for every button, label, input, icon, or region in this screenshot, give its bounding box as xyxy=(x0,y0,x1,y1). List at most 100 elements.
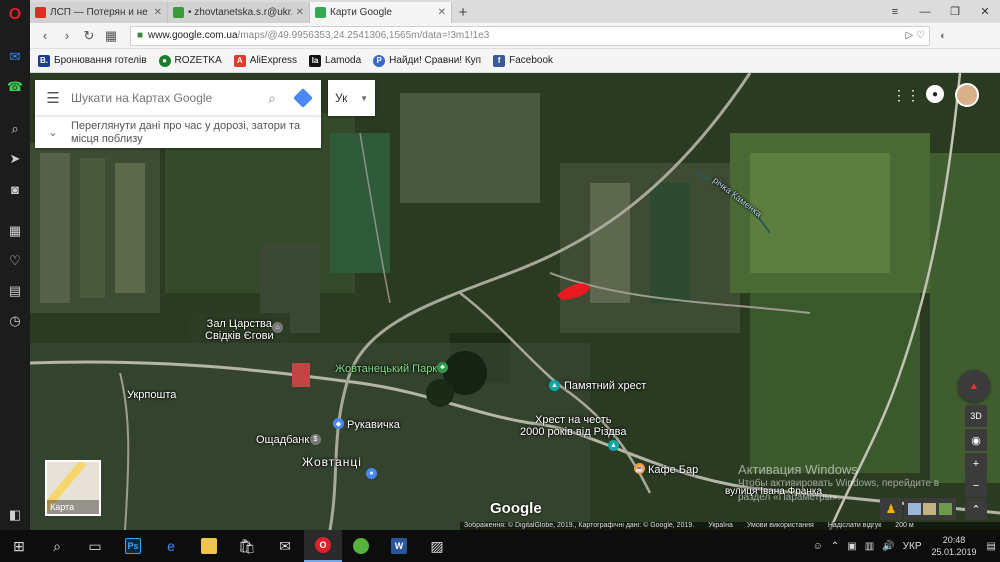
bookmark-lamoda[interactable]: la Lamoda xyxy=(309,54,361,67)
map-label-park[interactable]: Жовтанецький Парк xyxy=(335,363,437,375)
traffic-info-panel[interactable]: ⌄ Переглянути дані про час у дорозі, зат… xyxy=(35,116,321,148)
opera-menu-icon[interactable]: O xyxy=(0,0,30,30)
place-pin-icon[interactable]: ⌂ xyxy=(272,322,283,333)
volume-icon[interactable]: 🔊 xyxy=(882,541,894,552)
map-label-cross-2000[interactable]: Хрест на честь 2000 років від Різдва xyxy=(520,414,627,438)
word-icon[interactable]: W xyxy=(380,530,418,562)
expand-button[interactable]: ⌃ xyxy=(965,498,987,520)
tray-app-icon[interactable]: ▣ xyxy=(847,541,856,552)
close-icon[interactable]: ✕ xyxy=(438,7,446,18)
new-tab-button[interactable]: + xyxy=(452,2,474,23)
map-label-store[interactable]: Рукавичка xyxy=(347,419,400,431)
url-field[interactable]: ■ www.google.com.ua /maps/@49.9956353,24… xyxy=(130,25,930,46)
close-window-button[interactable]: ✕ xyxy=(970,0,1000,23)
photoshop-icon[interactable]: Ps xyxy=(114,530,152,562)
bookmark-price[interactable]: P Найди! Сравни! Куп xyxy=(373,54,481,67)
search-icon[interactable]: ⌕ xyxy=(0,114,30,144)
cafe-pin-icon[interactable]: ☕ xyxy=(634,463,645,474)
traffic-info-text: Переглянути дані про час у дорозі, затор… xyxy=(71,119,301,145)
tabs-grid-icon[interactable]: ▦ xyxy=(100,25,122,47)
close-icon[interactable]: ✕ xyxy=(154,7,162,18)
landmark-pin-icon[interactable]: ▲ xyxy=(608,440,619,451)
send-icon[interactable]: ▷ xyxy=(906,30,914,41)
messenger-icon[interactable]: ✉ xyxy=(0,42,30,72)
terms-link[interactable]: Умови використання xyxy=(747,522,814,530)
start-button[interactable]: ⊞ xyxy=(0,530,38,562)
feedback-link[interactable]: Надіслати відгук xyxy=(828,522,881,530)
language-select[interactable]: Ук ▼ xyxy=(328,80,375,116)
mail-icon[interactable]: ✉ xyxy=(266,530,304,562)
edge-icon[interactable]: e xyxy=(152,530,190,562)
file-explorer-icon[interactable] xyxy=(190,530,228,562)
network-icon[interactable]: ▥ xyxy=(865,541,874,552)
avatar[interactable] xyxy=(955,83,979,107)
camera-icon[interactable]: ◙ xyxy=(0,174,30,204)
tab-menu-icon[interactable]: ≡ xyxy=(880,0,910,23)
search-icon[interactable]: ⌕ xyxy=(259,90,285,107)
park-pin-icon[interactable]: ♣ xyxy=(437,362,448,373)
minimize-button[interactable]: — xyxy=(910,0,940,23)
restore-button[interactable]: ❐ xyxy=(940,0,970,23)
compass-control[interactable]: ▲ xyxy=(958,370,990,402)
send-icon[interactable]: ➤ xyxy=(0,144,30,174)
language-indicator[interactable]: УКР xyxy=(903,541,922,552)
search-icon[interactable]: ⌕ xyxy=(38,530,76,562)
bookmark-aliexpress[interactable]: A AliExpress xyxy=(233,54,297,67)
attribution-country[interactable]: Україна xyxy=(708,522,733,530)
notification-icon[interactable]: ▤ xyxy=(987,541,996,552)
map-label-post[interactable]: Укрпошта xyxy=(127,389,176,401)
heart-icon[interactable]: ♡ xyxy=(0,246,30,276)
bookmark-facebook[interactable]: f Facebook xyxy=(493,54,553,67)
store-pin-icon[interactable]: ◆ xyxy=(333,418,344,429)
store-icon[interactable]: 🛍 xyxy=(228,530,266,562)
apps-grid-icon[interactable]: ⋮⋮ xyxy=(892,87,920,103)
satellite-map[interactable]: Зал Царства Свідків Єгови ⌂ Жовтанецький… xyxy=(30,73,1000,530)
close-icon[interactable]: ✕ xyxy=(296,7,304,18)
tab-lsp[interactable]: ЛСП — Потерян и не най ✕ xyxy=(30,2,168,23)
whatsapp-icon[interactable]: ☎ xyxy=(0,72,30,102)
map-label-kingdom-hall[interactable]: Зал Царства Свідків Єгови xyxy=(205,318,274,342)
directions-icon[interactable] xyxy=(285,80,321,116)
chevron-up-icon[interactable]: ⌃ xyxy=(831,541,839,552)
clock[interactable]: 20:48 25.01.2019 xyxy=(932,534,977,558)
opera-taskbar-icon[interactable]: O xyxy=(304,530,342,562)
map-layer-switch[interactable]: Карта xyxy=(45,460,101,516)
heart-icon[interactable]: ♡ xyxy=(916,30,925,41)
people-icon[interactable]: ☺ xyxy=(813,541,823,552)
watermark-text: Чтобы активировать Windows, перейдите в xyxy=(738,478,940,489)
reload-button[interactable]: ↻ xyxy=(78,25,100,47)
bookmark-booking[interactable]: B. Бронювання готелів xyxy=(38,54,147,67)
bookmark-rozetka[interactable]: ● ROZETKA xyxy=(158,54,222,67)
speed-dial-icon[interactable]: ▦ xyxy=(0,216,30,246)
back-button[interactable]: ‹ xyxy=(34,25,56,47)
zoom-out-button[interactable]: − xyxy=(965,475,987,497)
scale-label[interactable]: 200 м xyxy=(895,522,913,530)
map-label-bank[interactable]: Ощадбанк xyxy=(256,434,309,446)
landmark-pin-icon[interactable]: ▲ xyxy=(549,380,560,391)
sidebar-toggle-icon[interactable]: ◧ xyxy=(0,500,30,530)
bus-stop-pin-icon[interactable]: ● xyxy=(366,468,377,479)
map-label-memorial-cross[interactable]: Памятний хрест xyxy=(564,380,646,392)
clock-date: 25.01.2019 xyxy=(931,547,977,557)
bank-pin-icon[interactable]: $ xyxy=(310,434,321,445)
extension-icon[interactable]: ◐ xyxy=(940,30,947,42)
notifications-icon[interactable]: ● xyxy=(926,85,944,103)
news-icon[interactable]: ▤ xyxy=(0,276,30,306)
map-label-cafe[interactable]: Кафе Бар xyxy=(648,464,698,476)
zoom-in-button[interactable]: + xyxy=(965,453,987,475)
task-view-icon[interactable]: ▭ xyxy=(76,530,114,562)
tab-mail[interactable]: • zhovtanetska.s.r@ukr.net ✕ xyxy=(168,2,310,23)
hamburger-menu-icon[interactable]: ☰ xyxy=(35,89,71,107)
tilt-3d-button[interactable]: 3D xyxy=(965,405,987,427)
chevron-down-icon[interactable]: ⌄ xyxy=(35,126,71,139)
my-location-button[interactable]: ◉ xyxy=(965,429,987,451)
thumbnail[interactable] xyxy=(938,503,952,515)
map-label-village[interactable]: Жовтанці xyxy=(302,456,362,468)
forward-button[interactable]: › xyxy=(56,25,78,47)
search-input[interactable] xyxy=(71,91,259,105)
photos-icon[interactable]: ▨ xyxy=(418,530,456,562)
tab-google-maps[interactable]: Карти Google ✕ xyxy=(310,2,452,23)
map-attribution-bar: Зображення: © DigitalGlobe, 2019., Карто… xyxy=(460,522,1000,530)
app-icon[interactable] xyxy=(342,530,380,562)
history-icon[interactable]: ◷ xyxy=(0,306,30,336)
